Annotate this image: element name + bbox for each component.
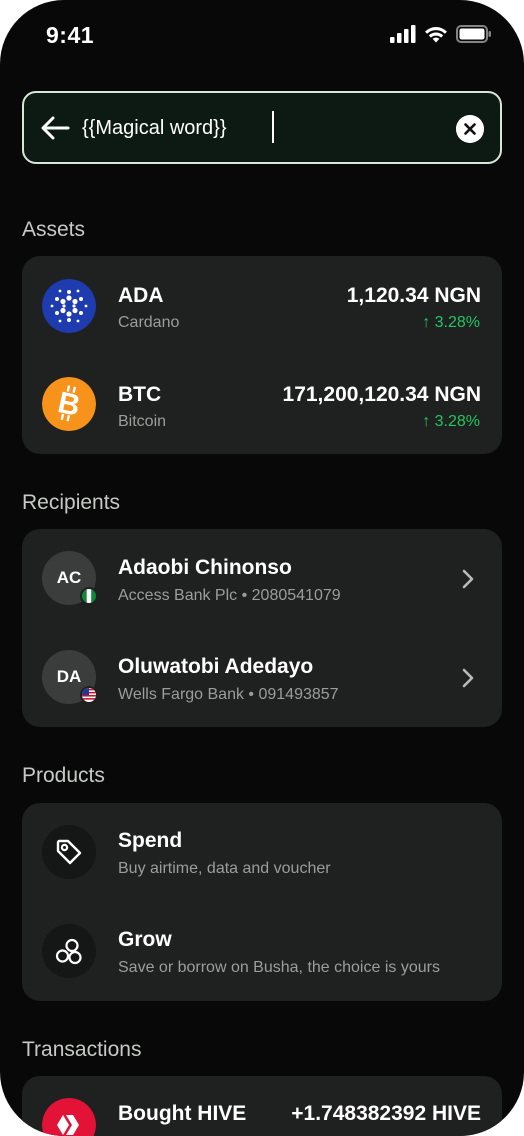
back-arrow-icon[interactable] bbox=[40, 115, 70, 141]
recipient-name: Oluwatobi Adedayo bbox=[118, 655, 314, 678]
recipients-card: AC Adaobi Chinonso Access Bank Plc • 208… bbox=[22, 529, 502, 727]
cardano-icon bbox=[42, 279, 96, 333]
bitcoin-icon: B bbox=[42, 377, 96, 431]
transactions-section-title: Transactions bbox=[22, 1038, 142, 1061]
product-subtitle: Buy airtime, data and voucher bbox=[118, 860, 331, 877]
assets-card: ADA Cardano 1,120.34 NGN ↑ 3.28% B BTC B… bbox=[22, 256, 502, 454]
product-title: Grow bbox=[118, 928, 172, 951]
signal-icon bbox=[390, 25, 416, 43]
chevron-right-icon bbox=[462, 569, 474, 589]
transactions-card: Bought HIVE +1.748382392 HIVE bbox=[22, 1076, 502, 1136]
status-time: 9:41 bbox=[46, 22, 95, 48]
hive-icon bbox=[42, 1098, 96, 1136]
asset-amount: 171,200,120.34 NGN bbox=[282, 383, 481, 406]
search-input[interactable]: {{Magical word}} bbox=[82, 117, 442, 140]
status-icons bbox=[390, 25, 492, 43]
usa-flag-icon bbox=[80, 686, 98, 704]
recipient-detail: Wells Fargo Bank • 091493857 bbox=[118, 686, 339, 703]
battery-icon bbox=[456, 25, 491, 43]
asset-change: ↑ 3.28% bbox=[422, 413, 480, 430]
chevron-right-icon bbox=[462, 668, 474, 688]
nigeria-flag-icon bbox=[80, 587, 98, 605]
transaction-title: Bought HIVE bbox=[118, 1102, 247, 1125]
clear-search-icon[interactable] bbox=[456, 115, 484, 143]
asset-name: Cardano bbox=[118, 314, 180, 331]
recipient-name: Adaobi Chinonso bbox=[118, 556, 292, 579]
tag-icon bbox=[42, 825, 96, 879]
recipient-row[interactable]: DA Oluwatobi Adedayo Wells Fargo Bank • … bbox=[22, 628, 502, 728]
text-cursor bbox=[272, 111, 274, 143]
recipient-detail: Access Bank Plc • 2080541079 bbox=[118, 587, 341, 604]
asset-symbol: BTC bbox=[118, 383, 162, 406]
transaction-row[interactable]: Bought HIVE +1.748382392 HIVE bbox=[22, 1076, 502, 1136]
recipient-row[interactable]: AC Adaobi Chinonso Access Bank Plc • 208… bbox=[22, 529, 502, 629]
product-row-grow[interactable]: Grow Save or borrow on Busha, the choice… bbox=[22, 902, 502, 1002]
search-bar[interactable]: {{Magical word}} bbox=[22, 91, 502, 164]
asset-row-ada[interactable]: ADA Cardano 1,120.34 NGN ↑ 3.28% bbox=[22, 256, 502, 356]
coins-icon bbox=[42, 924, 96, 978]
asset-name: Bitcoin bbox=[118, 413, 167, 430]
asset-row-btc[interactable]: B BTC Bitcoin 171,200,120.34 NGN ↑ 3.28% bbox=[22, 355, 502, 455]
transaction-amount: +1.748382392 HIVE bbox=[291, 1102, 481, 1125]
product-subtitle: Save or borrow on Busha, the choice is y… bbox=[118, 959, 440, 976]
asset-change: ↑ 3.28% bbox=[422, 314, 480, 331]
product-title: Spend bbox=[118, 829, 183, 852]
products-section-title: Products bbox=[22, 764, 105, 787]
wifi-icon bbox=[425, 27, 447, 43]
status-bar: 9:41 bbox=[0, 0, 524, 72]
product-row-spend[interactable]: Spend Buy airtime, data and voucher bbox=[22, 803, 502, 903]
products-card: Spend Buy airtime, data and voucher Grow… bbox=[22, 803, 502, 1001]
asset-symbol: ADA bbox=[118, 284, 164, 307]
recipients-section-title: Recipients bbox=[22, 491, 121, 514]
assets-section-title: Assets bbox=[22, 218, 86, 241]
asset-amount: 1,120.34 NGN bbox=[346, 284, 481, 307]
phone-screen: 9:41 {{Magical word}} Assets ADA Cardano… bbox=[0, 0, 524, 1136]
